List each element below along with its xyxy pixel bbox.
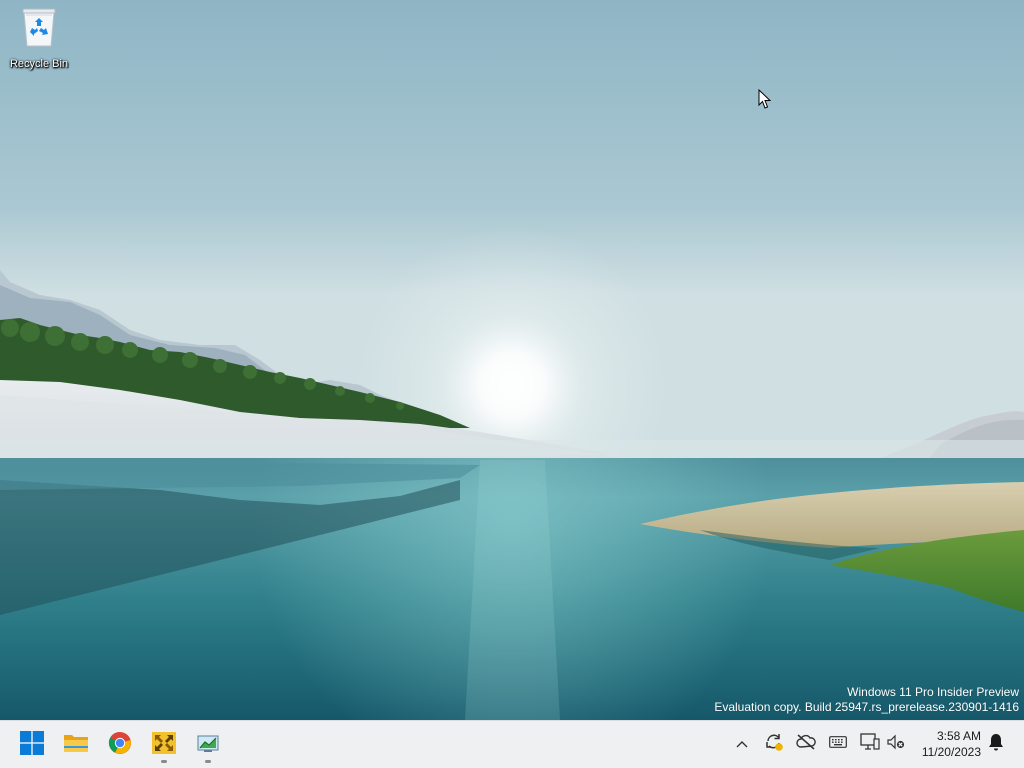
- recycle-bin-icon: [17, 4, 61, 48]
- desktop-icon-recycle-bin[interactable]: Recycle Bin: [4, 4, 74, 76]
- tray-keyboard-button[interactable]: [827, 733, 849, 755]
- file-explorer-icon: [63, 732, 89, 759]
- running-indicator: [161, 760, 167, 763]
- taskbar-app-button-1[interactable]: [144, 725, 184, 765]
- clock-date: 11/20/2023: [921, 745, 981, 759]
- cloud-offline-icon: [796, 733, 816, 755]
- yellow-arrows-app-icon: [151, 731, 177, 760]
- evaluation-watermark: Windows 11 Pro Insider Preview Evaluatio…: [714, 685, 1019, 715]
- start-button[interactable]: [12, 725, 52, 765]
- clock-time: 3:58 AM: [936, 729, 981, 743]
- tray-network-button[interactable]: [859, 732, 881, 756]
- green-chart-app-icon: [196, 732, 220, 759]
- tray-sync-button[interactable]: [763, 733, 785, 755]
- sync-icon: [764, 732, 784, 757]
- watermark-build: Evaluation copy. Build 25947.rs_prerelea…: [714, 700, 1019, 714]
- mouse-cursor-icon: [758, 88, 772, 110]
- tray-cloud-button[interactable]: [795, 733, 817, 755]
- running-indicator: [205, 760, 211, 763]
- chrome-icon: [108, 731, 132, 760]
- taskbar-clock[interactable]: 3:58 AM 11/20/2023: [922, 728, 981, 760]
- notification-bell-icon: [988, 733, 1004, 756]
- volume-muted-icon: [887, 734, 905, 755]
- notifications-button[interactable]: [985, 733, 1007, 755]
- keyboard-icon: [829, 735, 847, 753]
- watermark-edition: Windows 11 Pro Insider Preview: [847, 685, 1019, 699]
- taskbar-chrome-button[interactable]: [100, 725, 140, 765]
- desktop-wallpaper: [0, 0, 1024, 720]
- windows-start-icon: [20, 730, 44, 760]
- show-hidden-icons-button[interactable]: [731, 733, 753, 755]
- chevron-up-icon: [736, 735, 748, 753]
- taskbar: 3:58 AM 11/20/2023: [0, 720, 1024, 768]
- taskbar-app-button-2[interactable]: [188, 725, 228, 765]
- display-icon: [860, 732, 880, 756]
- recycle-bin-label: Recycle Bin: [9, 58, 69, 70]
- tray-volume-button[interactable]: [885, 733, 907, 755]
- taskbar-file-explorer-button[interactable]: [56, 725, 96, 765]
